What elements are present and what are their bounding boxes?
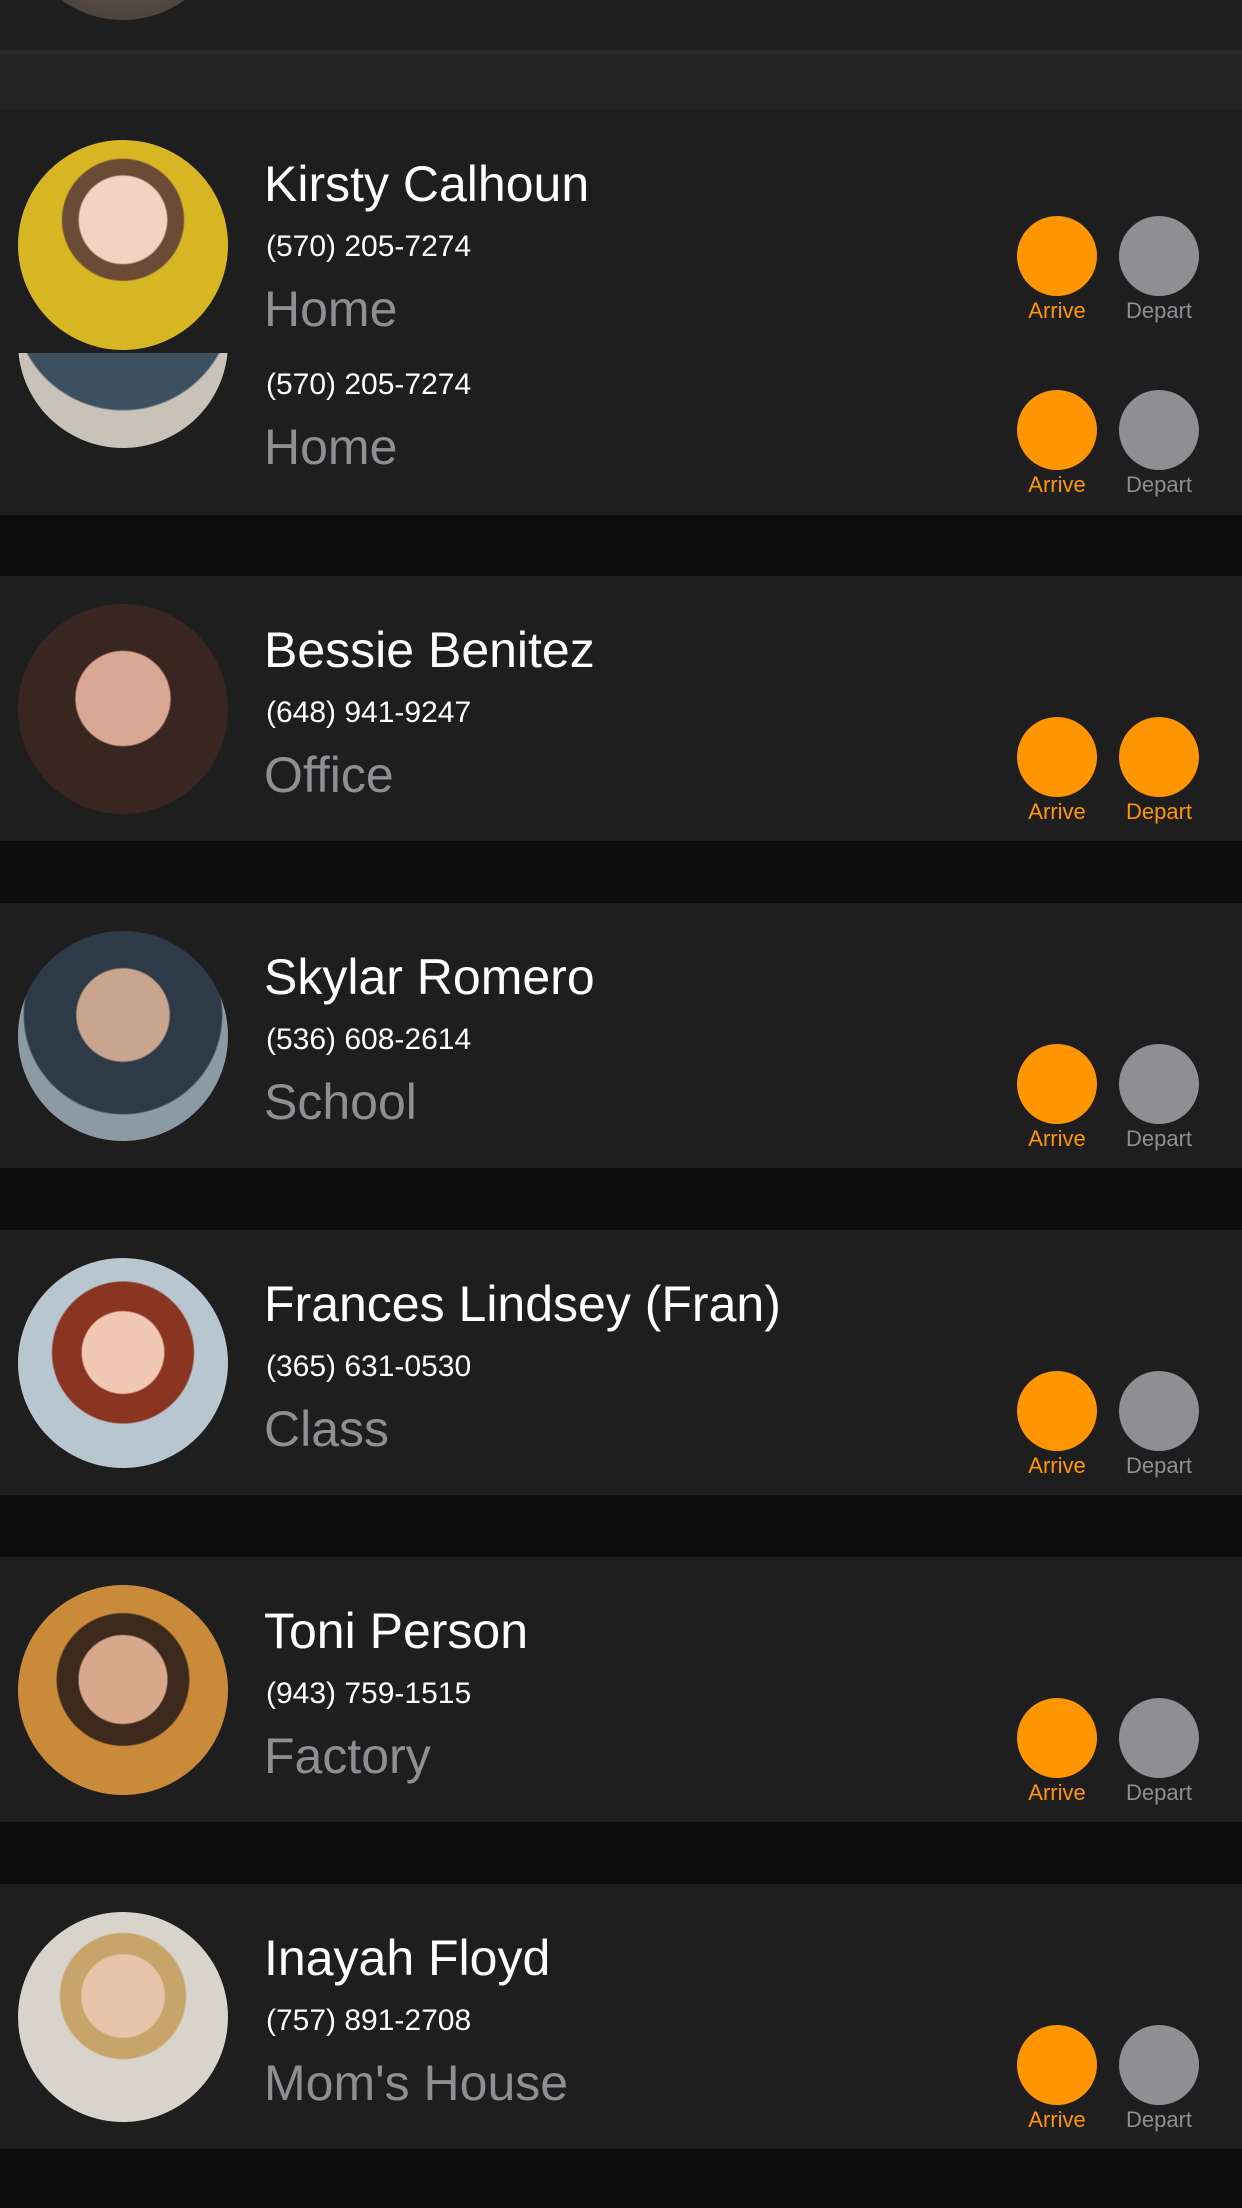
avatar [18, 604, 228, 814]
depart-toggle[interactable] [1119, 1044, 1199, 1124]
contact-location: Home [264, 281, 398, 337]
contact-card-skylar[interactable]: Skylar Romero (536) 608-2614 School Arri… [0, 903, 1242, 1168]
depart-label: Depart [1125, 1780, 1193, 1805]
contact-location: Office [264, 747, 394, 803]
contact-location: Factory [264, 1728, 431, 1784]
contact-card-bessie[interactable]: Bessie Benitez (648) 941-9247 Office Arr… [0, 576, 1242, 841]
contact-phone[interactable]: (365) 631-0530 [266, 1350, 471, 1384]
avatar [18, 140, 228, 350]
depart-label: Depart [1125, 1126, 1193, 1151]
contact-phone[interactable]: (570) 205-7274 [266, 230, 471, 264]
depart-toggle[interactable] [1119, 1371, 1199, 1451]
contact-card-inayah[interactable]: Inayah Floyd (757) 891-2708 Mom's House … [0, 1884, 1242, 2149]
arrive-toggle[interactable] [1017, 2025, 1097, 2105]
contact-phone[interactable]: (943) 759-1515 [266, 1677, 471, 1711]
depart-toggle[interactable] [1119, 2025, 1199, 2105]
depart-toggle[interactable] [1119, 390, 1199, 470]
contact-phone[interactable]: (757) 891-2708 [266, 2004, 471, 2038]
arrive-toggle[interactable] [1017, 216, 1097, 296]
avatar [18, 1585, 228, 1795]
contact-phone[interactable]: (648) 941-9247 [266, 696, 471, 730]
arrive-toggle[interactable] [1017, 1371, 1097, 1451]
contact-card-kirsty[interactable]: Kirsty Calhoun (570) 205-7274 Home Arriv… [0, 110, 1242, 515]
contact-location: Mom's House [264, 2055, 569, 2111]
avatar [18, 931, 228, 1141]
avatar [18, 1258, 228, 1468]
contact-card-partial-top[interactable] [0, 0, 1242, 50]
contact-name: Kirsty Calhoun [264, 156, 590, 212]
avatar [18, 1912, 228, 2122]
contact-location: Class [264, 1401, 390, 1457]
depart-label: Depart [1125, 2107, 1193, 2132]
depart-label: Depart [1125, 472, 1193, 497]
contact-name: Toni Person [264, 1603, 529, 1659]
depart-label: Depart [1125, 1453, 1193, 1478]
arrive-toggle[interactable] [1017, 390, 1097, 470]
spacer-band [0, 54, 1242, 110]
contact-phone[interactable]: (536) 608-2614 [266, 1023, 471, 1057]
contact-location: Home [264, 419, 398, 475]
arrive-toggle[interactable] [1017, 717, 1097, 797]
depart-label: Depart [1125, 799, 1193, 824]
arrive-toggle[interactable] [1017, 1698, 1097, 1778]
contact-name: Bessie Benitez [264, 622, 595, 678]
contact-phone[interactable]: (570) 205-7274 [266, 368, 471, 402]
depart-toggle[interactable] [1119, 216, 1199, 296]
contact-card-frances[interactable]: Frances Lindsey (Fran) (365) 631-0530 Cl… [0, 1230, 1242, 1495]
avatar [18, 0, 228, 20]
depart-toggle[interactable] [1119, 717, 1199, 797]
arrive-toggle[interactable] [1017, 1044, 1097, 1124]
contact-name: Inayah Floyd [264, 1930, 551, 1986]
contact-name: Frances Lindsey (Fran) [264, 1276, 781, 1332]
depart-label: Depart [1125, 298, 1193, 323]
depart-toggle[interactable] [1119, 1698, 1199, 1778]
contact-name: Skylar Romero [264, 949, 595, 1005]
contact-location: School [264, 1074, 417, 1130]
contact-card-toni[interactable]: Toni Person (943) 759-1515 Factory Arriv… [0, 1557, 1242, 1822]
